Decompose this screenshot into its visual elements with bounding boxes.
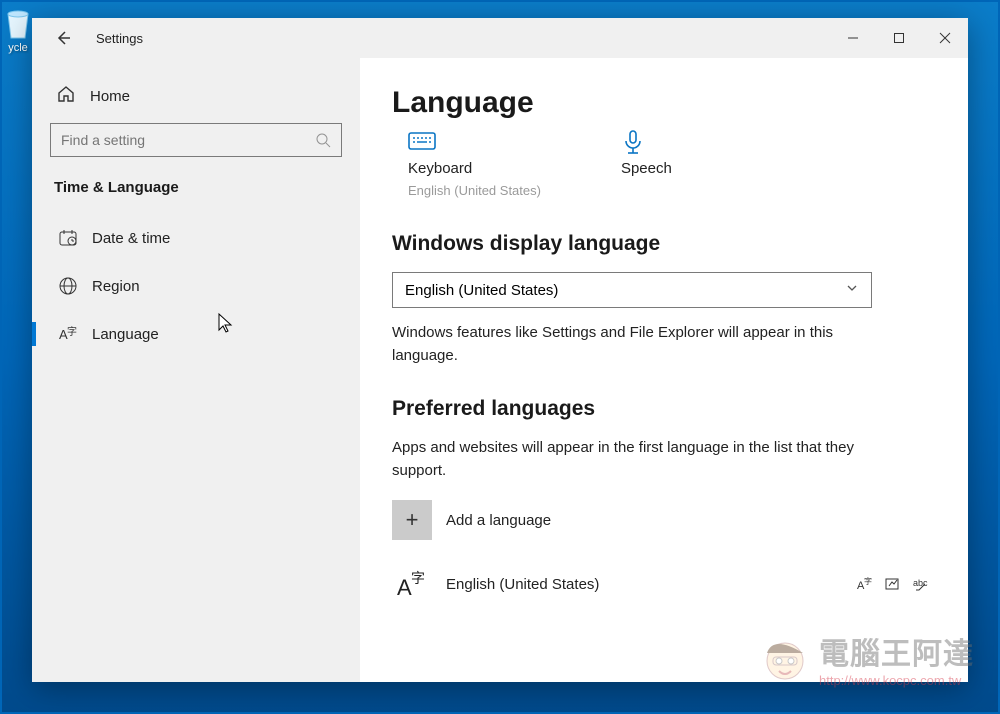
preferred-languages-heading: Preferred languages <box>392 397 930 421</box>
watermark: 電腦王阿達 http://www.kocpc.com.tw <box>757 629 974 688</box>
watermark-brand: 電腦王阿達 <box>819 629 974 673</box>
titlebar: Settings <box>32 18 968 58</box>
card-keyboard[interactable]: Keyboard English (United States) <box>408 130 541 198</box>
sidebar-item-date-time[interactable]: Date & time <box>50 214 342 262</box>
microphone-icon <box>621 130 647 154</box>
svg-text:abc: abc <box>913 578 928 588</box>
main-content: Language Keyboard English (United States… <box>360 58 968 682</box>
spellcheck-badge-icon: abc <box>912 575 930 593</box>
language-glyph-icon: A字 <box>392 564 432 604</box>
sidebar-item-label: Language <box>92 326 159 343</box>
language-entry[interactable]: A字 English (United States) A字 abc <box>392 558 930 610</box>
minimize-button[interactable] <box>830 18 876 58</box>
chevron-down-icon <box>845 281 859 299</box>
close-button[interactable] <box>922 18 968 58</box>
language-icon: A字 <box>58 324 78 344</box>
sidebar-item-region[interactable]: Region <box>50 262 342 310</box>
display-language-heading: Windows display language <box>392 232 930 256</box>
svg-text:字: 字 <box>67 325 77 338</box>
handwriting-badge-icon <box>884 575 902 593</box>
card-keyboard-sub: English (United States) <box>408 183 541 198</box>
search-icon <box>315 132 331 148</box>
watermark-url: http://www.kocpc.com.tw <box>819 673 974 688</box>
card-speech-label: Speech <box>621 160 672 177</box>
quick-cards: Keyboard English (United States) Speech <box>392 130 930 198</box>
sidebar: Home Time & Language Date & time Region <box>32 58 360 682</box>
back-button[interactable] <box>54 29 72 47</box>
language-feature-badges: A字 abc <box>856 575 930 593</box>
sidebar-home-label: Home <box>90 88 130 105</box>
window-title: Settings <box>96 31 143 46</box>
add-language-label: Add a language <box>446 512 551 529</box>
sidebar-nav: Date & time Region A字 Language <box>50 214 342 358</box>
display-language-badge-icon: A字 <box>856 575 874 593</box>
svg-text:字: 字 <box>411 570 425 586</box>
recycle-bin-label: ycle <box>8 42 28 54</box>
search-box[interactable] <box>50 123 342 157</box>
search-input[interactable] <box>61 132 315 148</box>
recycle-bin-icon <box>1 4 35 42</box>
language-entry-label: English (United States) <box>446 576 842 593</box>
sidebar-item-language[interactable]: A字 Language <box>50 310 342 358</box>
sidebar-item-label: Region <box>92 278 140 295</box>
svg-text:字: 字 <box>864 576 872 586</box>
home-icon <box>56 84 76 109</box>
page-title: Language <box>392 86 930 120</box>
globe-icon <box>58 276 78 296</box>
window-controls <box>830 18 968 58</box>
settings-window: Settings Home Time & Language <box>32 18 968 682</box>
svg-text:A: A <box>397 575 412 600</box>
display-language-value: English (United States) <box>405 282 558 299</box>
sidebar-item-label: Date & time <box>92 230 170 247</box>
card-speech[interactable]: Speech <box>621 130 672 198</box>
plus-icon: + <box>392 500 432 540</box>
recycle-bin[interactable]: ycle <box>0 4 36 54</box>
preferred-languages-description: Apps and websites will appear in the fir… <box>392 437 872 482</box>
sidebar-home[interactable]: Home <box>50 74 342 123</box>
watermark-logo-icon <box>757 631 813 687</box>
keyboard-icon <box>408 130 434 154</box>
sidebar-category: Time & Language <box>50 179 342 214</box>
add-language-button[interactable]: + Add a language <box>392 500 930 540</box>
window-body: Home Time & Language Date & time Region <box>32 58 968 682</box>
maximize-button[interactable] <box>876 18 922 58</box>
card-keyboard-label: Keyboard <box>408 160 472 177</box>
display-language-dropdown[interactable]: English (United States) <box>392 272 872 308</box>
display-language-description: Windows features like Settings and File … <box>392 322 862 367</box>
clock-icon <box>58 228 78 248</box>
